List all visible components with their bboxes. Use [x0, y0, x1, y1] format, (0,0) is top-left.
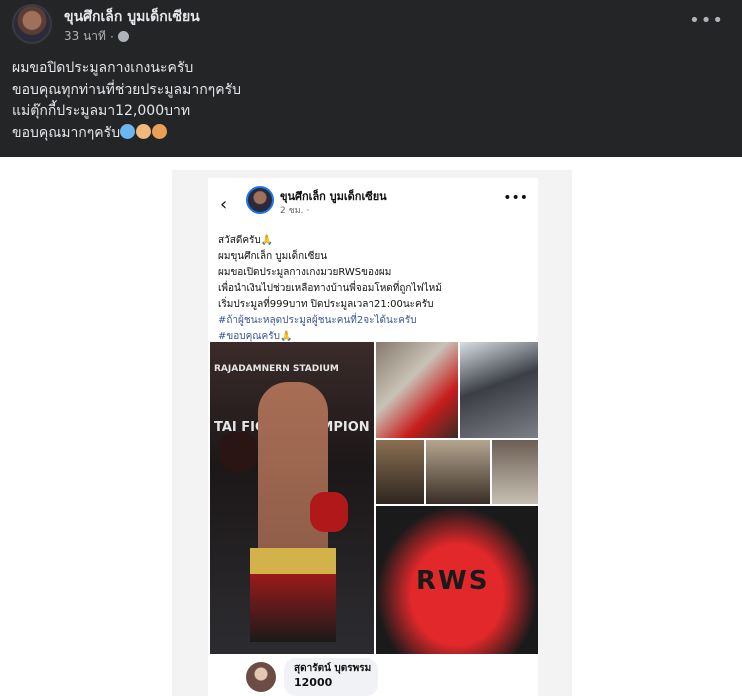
- caption-line: แม่ตุ๊กกี้ประมูลมา12,000บาท: [12, 103, 191, 119]
- screenshot-line: สวัสดีครับ🙏: [218, 235, 274, 246]
- screenshot-line: เพื่อนำเงินไปช่วยเหลือทางบ้านพี่จอมโหดที…: [218, 283, 442, 294]
- championship-belt: [250, 548, 336, 574]
- ring-banner-text: RAJADAMNERN STADIUM: [214, 364, 339, 374]
- bowing-person-icon: [152, 123, 168, 139]
- screenshot-line: ผมขอเปิดประมูลกางเกงมวยRWSของผม: [218, 267, 392, 278]
- screenshot-hashtag: #ถ้าผู้ชนะหลุดประมูลผู้ชนะคนที่2จะได้นะค…: [218, 315, 417, 326]
- screenshot-avatar: [246, 186, 274, 214]
- screenshot-line: เริ่มประมูลที่999บาท ปิดประมูลเวลา21:00น…: [218, 299, 434, 310]
- fire-photo-debris: [426, 440, 490, 504]
- glove-left: [220, 432, 256, 472]
- author-name[interactable]: ขุนศึกเล็ก บูมเด็กเซียน: [64, 6, 200, 28]
- commenter-avatar: [246, 662, 276, 692]
- shared-image[interactable]: ‹ ขุนศึกเล็ก บูมเด็กเซียน 2 ชม. · ••• สว…: [172, 170, 572, 696]
- post-caption: ผมขอปิดประมูลกางเกงนะครับ ขอบคุณทุกท่านท…: [12, 58, 241, 144]
- fire-photo-roof: [460, 342, 538, 438]
- globe-icon: [117, 31, 129, 42]
- fire-photo-interior: [492, 440, 538, 504]
- screenshot-more-icon: •••: [503, 190, 528, 206]
- shorts-logo: RWS: [416, 566, 490, 596]
- caption-line-with-emoji: ขอบคุณมากๆครับ: [12, 123, 241, 145]
- caption-line: ผมขอปิดประมูลกางเกงนะครับ: [12, 60, 194, 76]
- comment-text: 12000: [294, 676, 333, 689]
- shorts-photo: RWS: [376, 506, 538, 654]
- boxer-photo: RAJADAMNERN STADIUM TAI FIGHT CHAMPION: [210, 342, 374, 654]
- fire-photo-person: [376, 342, 458, 438]
- post-meta: 33 นาที ·: [64, 27, 129, 46]
- post-header-area: ขุนศึกเล็ก บูมเด็กเซียน 33 นาที · ••• ผม…: [0, 0, 742, 157]
- commenter-name: สุดารัตน์ บุตรพรม: [294, 663, 372, 674]
- back-arrow-icon: ‹: [220, 194, 228, 215]
- blue-heart-icon: [120, 123, 136, 139]
- screenshot-post: ‹ ขุนศึกเล็ก บูมเด็กเซียน 2 ชม. · ••• สว…: [208, 178, 538, 696]
- fire-photo-room: [376, 440, 424, 504]
- author-avatar[interactable]: [12, 4, 52, 44]
- screenshot-line: ผมขุนศึกเล็ก บูมเด็กเซียน: [218, 251, 328, 262]
- screenshot-text: สวัสดีครับ🙏 ผมขุนศึกเล็ก บูมเด็กเซียน ผม…: [218, 233, 442, 345]
- comment-bubble: สุดารัตน์ บุตรพรม 12000: [284, 658, 378, 696]
- post-time[interactable]: 33 นาที: [64, 27, 106, 46]
- caption-line: ขอบคุณทุกท่านที่ช่วยประมูลมากๆครับ: [12, 81, 241, 98]
- screenshot-time: 2 ชม. ·: [280, 206, 310, 216]
- heart-hands-icon: [136, 123, 152, 139]
- more-options-icon[interactable]: •••: [689, 10, 724, 31]
- glove-right: [310, 492, 348, 532]
